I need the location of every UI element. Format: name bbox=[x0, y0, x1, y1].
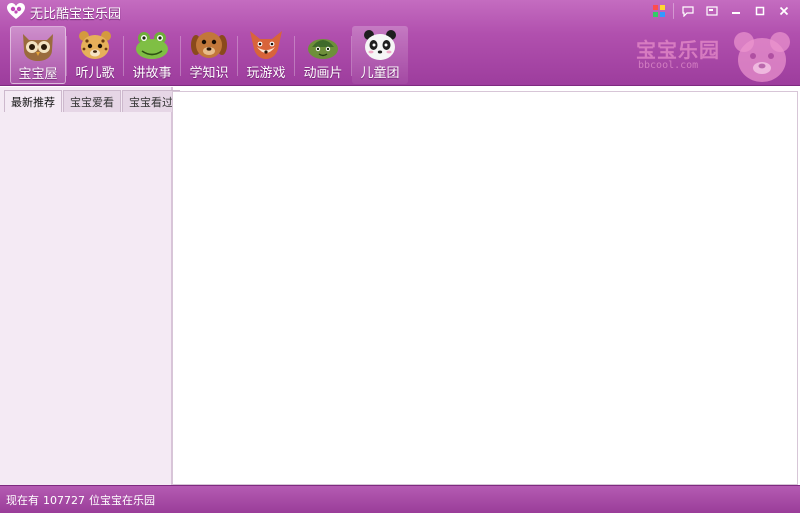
window-title: 无比酷宝宝乐园 bbox=[30, 7, 122, 22]
nav-item-jianggushi[interactable]: 讲故事 bbox=[124, 26, 180, 84]
nav-label: 学知识 bbox=[189, 66, 229, 81]
fox-icon bbox=[250, 31, 282, 59]
leopard-icon bbox=[79, 31, 111, 59]
title-bar[interactable]: 无比酷宝宝乐园 bbox=[0, 0, 800, 22]
sidebar: 最新推荐 宝宝爱看 宝宝看过 bbox=[0, 87, 180, 485]
brand-url: bbcool.com bbox=[638, 60, 699, 71]
nav-label: 讲故事 bbox=[132, 66, 172, 81]
minimize-icon[interactable] bbox=[726, 3, 746, 19]
app-logo-icon bbox=[7, 3, 25, 19]
brand-text: 宝宝乐园 bbox=[636, 38, 720, 62]
nav-item-tingerge[interactable]: 听儿歌 bbox=[67, 26, 123, 84]
color-grid-icon[interactable] bbox=[649, 3, 669, 19]
sidebar-tabs: 最新推荐 宝宝爱看 宝宝看过 bbox=[4, 90, 181, 112]
nav-label: 动画片 bbox=[303, 66, 343, 81]
main-nav: 宝宝屋 听儿歌 讲故事 学知识 玩游戏 动画片 儿童团 bbox=[10, 26, 408, 84]
brand-logo: 宝宝乐园 bbcool.com bbox=[636, 28, 800, 84]
status-bar: 现在有 107727 位宝宝在乐园 bbox=[0, 485, 800, 513]
frog-icon bbox=[136, 32, 168, 59]
nav-label: 儿童团 bbox=[360, 66, 400, 81]
window-controls bbox=[649, 3, 794, 20]
close-icon[interactable] bbox=[774, 3, 794, 19]
turtle-icon bbox=[308, 39, 338, 59]
nav-item-baobaowu[interactable]: 宝宝屋 bbox=[10, 26, 66, 84]
screen-icon[interactable] bbox=[702, 3, 722, 19]
tab-latest[interactable]: 最新推荐 bbox=[4, 90, 62, 112]
nav-item-donghuapian[interactable]: 动画片 bbox=[295, 26, 351, 84]
status-prefix: 现在有 bbox=[6, 494, 39, 507]
bear-icon bbox=[734, 32, 790, 82]
online-count: 107727 bbox=[43, 494, 85, 507]
header: 无比酷宝宝乐园 宝宝屋 听儿歌 讲故事 学知识 玩游戏 动画片 儿童团 宝宝乐园… bbox=[0, 0, 800, 86]
nav-label: 宝宝屋 bbox=[18, 67, 58, 82]
dog-icon bbox=[191, 32, 227, 58]
status-suffix: 位宝宝在乐园 bbox=[89, 494, 155, 507]
nav-label: 听儿歌 bbox=[75, 66, 115, 81]
nav-item-wanyouxi[interactable]: 玩游戏 bbox=[238, 26, 294, 84]
sidebar-list bbox=[4, 112, 170, 482]
tab-favorites[interactable]: 宝宝爱看 bbox=[63, 90, 121, 112]
status-text: 现在有 107727 位宝宝在乐园 bbox=[6, 492, 155, 508]
controls-divider bbox=[673, 3, 674, 19]
maximize-icon[interactable] bbox=[750, 3, 770, 19]
panda-icon bbox=[364, 30, 396, 60]
chat-icon[interactable] bbox=[678, 3, 698, 19]
nav-item-xuezhishi[interactable]: 学知识 bbox=[181, 26, 237, 84]
owl-icon bbox=[23, 34, 53, 61]
content-area bbox=[172, 91, 798, 485]
app-window: 无比酷宝宝乐园 宝宝屋 听儿歌 讲故事 学知识 玩游戏 动画片 儿童团 宝宝乐园… bbox=[0, 0, 800, 513]
nav-item-ertongtuan[interactable]: 儿童团 bbox=[352, 26, 408, 84]
nav-label: 玩游戏 bbox=[246, 66, 286, 81]
